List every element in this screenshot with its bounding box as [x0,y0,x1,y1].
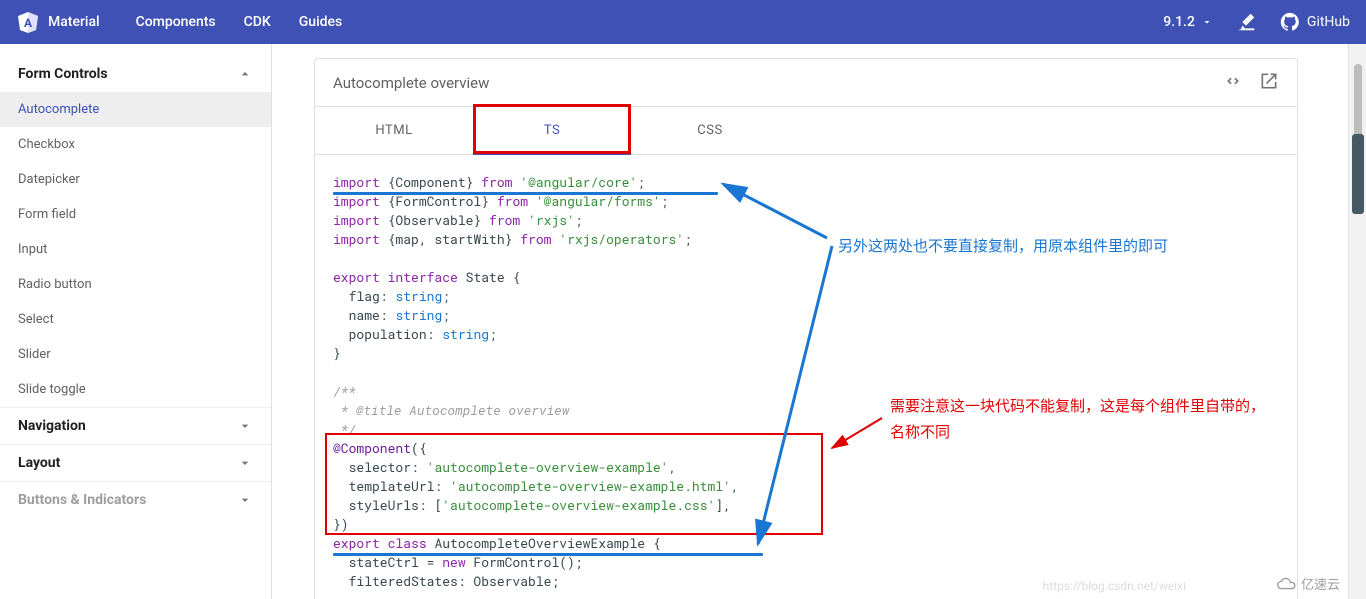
sidebar-item-checkbox[interactable]: Checkbox [0,127,271,162]
sidebar-section-label: Form Controls [18,66,108,82]
sidebar-section-label: Layout [18,455,60,471]
sidebar: Form Controls Autocomplete Checkbox Date… [0,44,272,599]
chevron-down-icon [237,455,253,471]
annotation-text-red: 需要注意这一块代码不能复制，这是每个组件里自带的，名称不同 [890,394,1270,445]
cloud-icon [1275,576,1297,592]
chevron-down-icon [1201,16,1213,28]
sidebar-section-layout[interactable]: Layout [0,445,271,481]
sidebar-section-form-controls[interactable]: Form Controls [0,56,271,92]
sidebar-section-label: Buttons & Indicators [18,492,146,508]
watermark-yisu: 亿速云 [1275,574,1340,593]
annotation-underline-2 [333,553,763,556]
version-label: 9.1.2 [1163,14,1195,30]
watermark-csdn: https://blog.csdn.net/weixi [1043,579,1186,593]
nav-guides[interactable]: Guides [299,14,342,30]
version-selector[interactable]: 9.1.2 [1163,14,1213,30]
page-scrollbar[interactable] [1348,44,1366,599]
example-card: Autocomplete overview HTML TS CSS import… [314,58,1298,599]
watermark-yisu-label: 亿速云 [1301,574,1340,593]
brand-label: Material [48,14,100,30]
chevron-up-icon [237,66,253,82]
sidebar-item-input[interactable]: Input [0,232,271,267]
card-title: Autocomplete overview [333,74,489,92]
angular-logo-icon: A [16,10,40,34]
sidebar-scroll[interactable]: Form Controls Autocomplete Checkbox Date… [0,56,271,599]
sidebar-item-form-field[interactable]: Form field [0,197,271,232]
sidebar-section-label: Navigation [18,418,86,434]
chevron-down-icon [237,418,253,434]
github-icon [1279,11,1301,33]
tab-css[interactable]: CSS [631,107,789,154]
sidebar-item-slider[interactable]: Slider [0,337,271,372]
topbar: A Material Components CDK Guides 9.1.2 G… [0,0,1366,44]
open-external-icon[interactable] [1259,71,1279,95]
github-link[interactable]: GitHub [1279,11,1350,33]
topnav: Components CDK Guides [136,14,343,30]
sidebar-item-radio-button[interactable]: Radio button [0,267,271,302]
sidebar-section-buttons-indicators[interactable]: Buttons & Indicators [0,482,271,518]
theme-icon[interactable] [1235,11,1257,33]
code-tabs: HTML TS CSS [315,107,1297,155]
brand[interactable]: A Material [16,10,100,34]
sidebar-section-navigation[interactable]: Navigation [0,408,271,444]
tab-html[interactable]: HTML [315,107,473,154]
topbar-right: 9.1.2 GitHub [1163,11,1350,33]
tab-ts[interactable]: TS [473,107,631,154]
view-source-icon[interactable] [1223,71,1243,95]
annotation-text-blue: 另外这两处也不要直接复制，用原本组件里的即可 [838,234,1238,260]
main: Autocomplete overview HTML TS CSS import… [272,44,1366,599]
annotation-highlight-box [325,433,823,535]
svg-text:A: A [24,16,33,30]
sidebar-item-autocomplete[interactable]: Autocomplete [0,92,271,127]
sidebar-item-datepicker[interactable]: Datepicker [0,162,271,197]
nav-components[interactable]: Components [136,14,216,30]
sidebar-item-slide-toggle[interactable]: Slide toggle [0,372,271,407]
annotation-underline-1 [333,192,718,195]
github-label: GitHub [1307,14,1350,30]
card-header: Autocomplete overview [315,59,1297,107]
sidebar-item-select[interactable]: Select [0,302,271,337]
nav-cdk[interactable]: CDK [244,14,271,30]
chevron-down-icon [237,492,253,508]
scroll-position-indicator [1352,134,1364,214]
